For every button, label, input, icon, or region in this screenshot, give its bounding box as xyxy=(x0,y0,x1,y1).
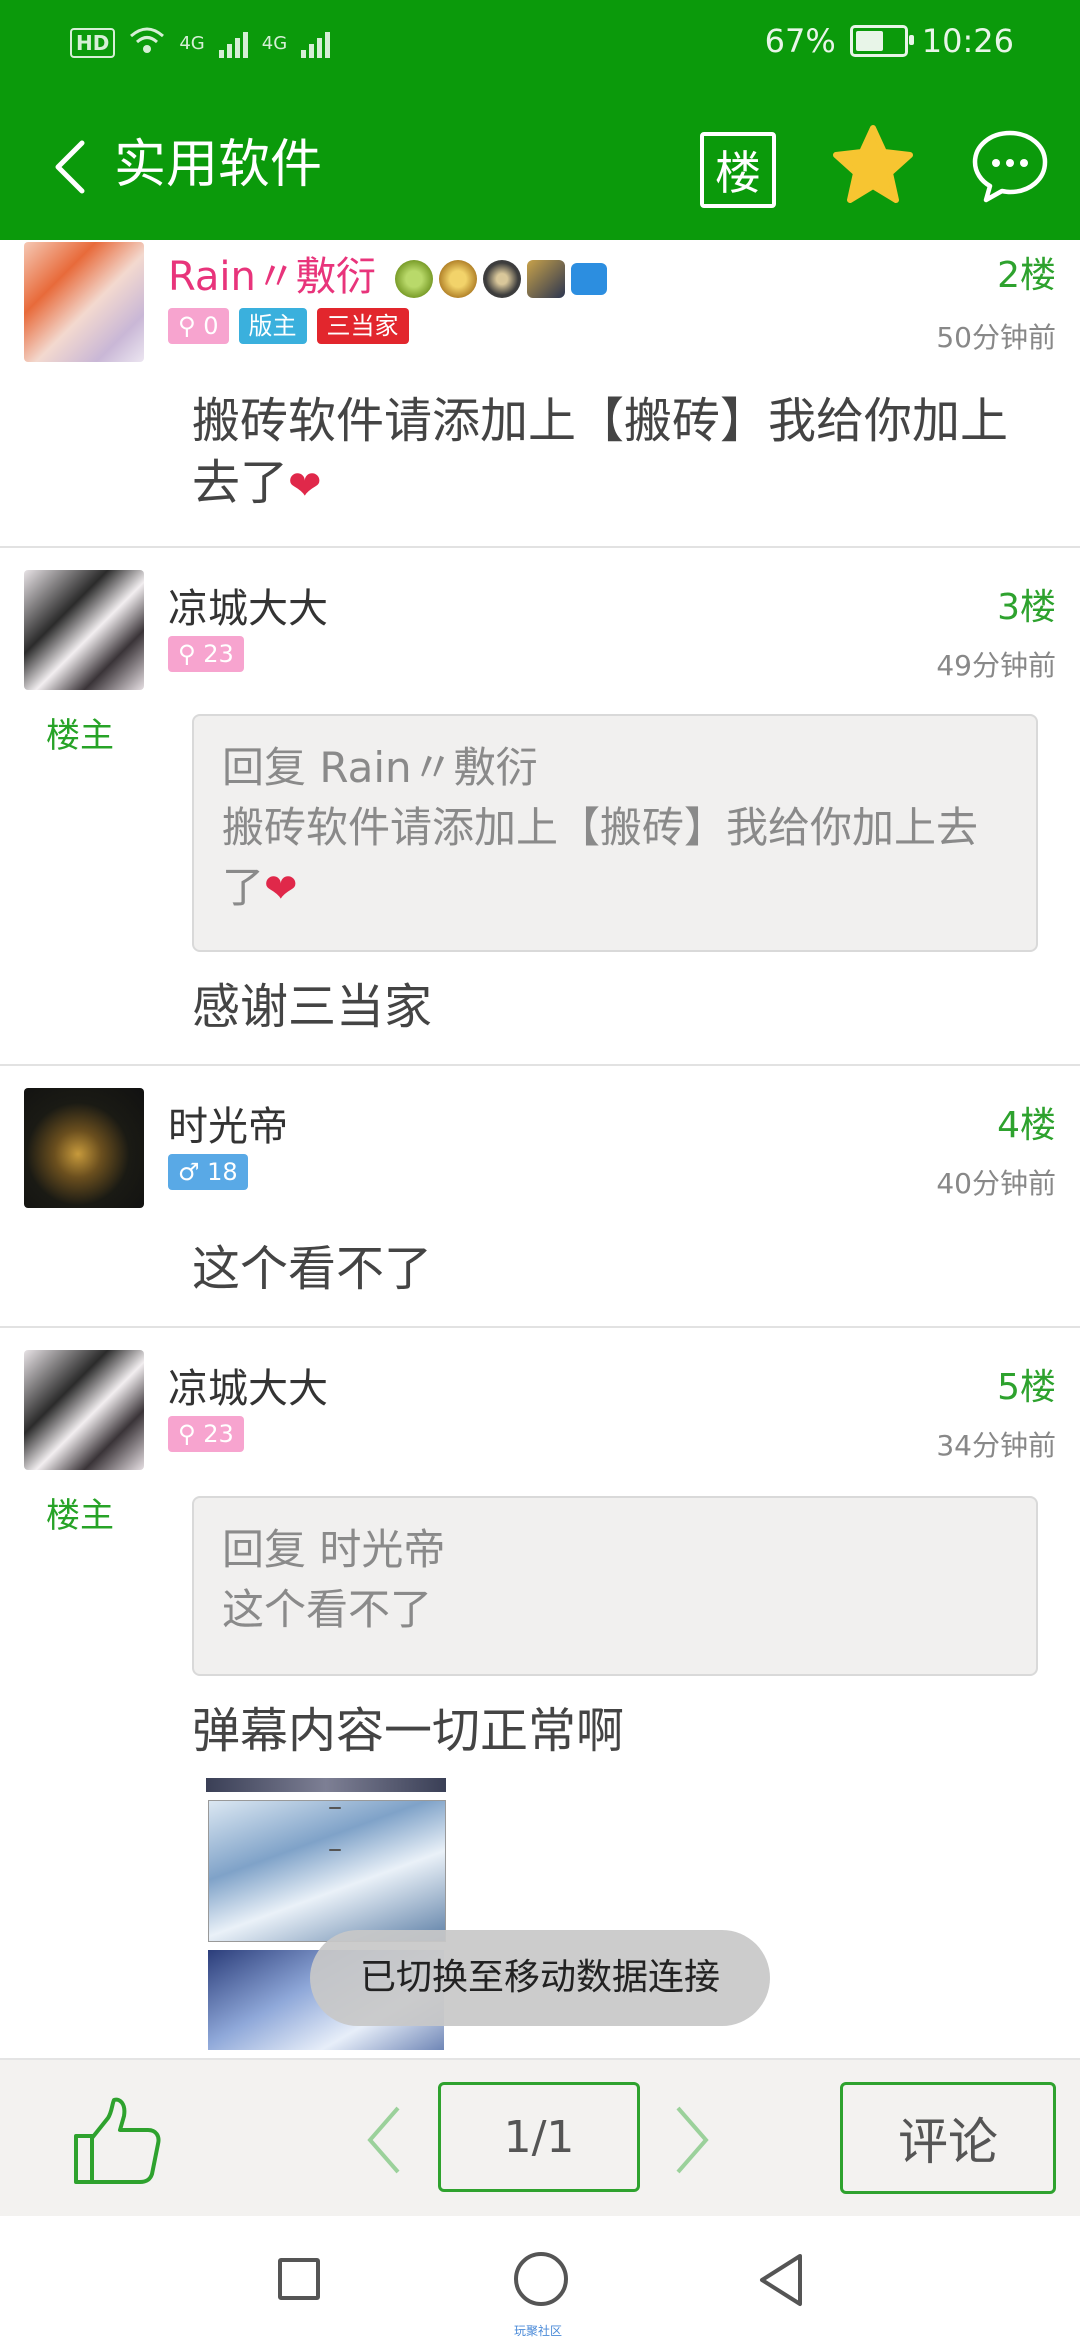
thumbs-up-icon xyxy=(74,2097,161,2184)
username[interactable]: 凉城大大 xyxy=(168,576,328,634)
signal-icon-1 xyxy=(218,28,248,58)
system-nav-bar: 玩聚社区 xyxy=(0,2216,1080,2340)
like-button[interactable] xyxy=(68,2094,164,2190)
status-right: 67% 10:26 xyxy=(765,22,1014,60)
post-image[interactable] xyxy=(206,1778,446,1792)
page-title: 实用软件 xyxy=(114,135,323,195)
user-badges: ⚲ 23 xyxy=(168,1416,244,1452)
home-button[interactable] xyxy=(514,2252,568,2306)
post-content: 搬砖软件请添加上【搬砖】我给你加上去了❤ xyxy=(192,393,1009,511)
danmaku-tag xyxy=(329,1849,341,1851)
page-indicator[interactable]: 1/1 xyxy=(438,2082,640,2192)
floor-number: 2楼 xyxy=(997,255,1056,296)
floor-button[interactable]: 楼 xyxy=(700,132,776,208)
role-badge: 三当家 xyxy=(316,308,409,344)
quoted-reply[interactable]: 回复 时光帝 这个看不了 xyxy=(192,1496,1038,1676)
floor-number: 5楼 xyxy=(997,1367,1056,1408)
video-icon xyxy=(570,263,607,295)
battery-fill xyxy=(855,31,883,51)
username[interactable]: Rain〃敷衍 xyxy=(168,244,607,302)
gender-badge: ♂ 18 xyxy=(168,1154,248,1190)
thread-owner-label: 楼主 xyxy=(46,716,114,756)
chat-bubble-icon xyxy=(972,130,1048,203)
medal-icon xyxy=(482,260,521,298)
quote-header: 回复 Rain〃敷衍 xyxy=(222,743,538,792)
medal-icons xyxy=(394,260,607,298)
user-badges: ♂ 18 xyxy=(168,1154,248,1190)
battery-icon xyxy=(849,25,914,57)
favorite-button[interactable] xyxy=(828,122,918,212)
network-type-2: 4G xyxy=(261,32,288,54)
user-badges: ⚲ 23 xyxy=(168,636,244,672)
floor-number: 3楼 xyxy=(997,587,1056,628)
clock: 10:26 xyxy=(921,22,1014,60)
toast-message: 已切换至移动数据连接 xyxy=(310,1930,770,2026)
quote-header: 回复 时光帝 xyxy=(222,1525,446,1574)
post-time: 49分钟前 xyxy=(936,649,1056,682)
moderator-badge: 版主 xyxy=(238,308,307,344)
bottom-action-bar: 1/1 评论 xyxy=(0,2058,1080,2218)
back-button[interactable] xyxy=(40,132,100,202)
battery-percent: 67% xyxy=(764,22,836,60)
post-floor-3: 楼主 凉城大大 3楼 ⚲ 23 49分钟前 回复 Rain〃敷衍 搬砖软件请添加… xyxy=(0,548,1080,1066)
gender-badge: ⚲ 23 xyxy=(168,1416,244,1452)
post-time: 40分钟前 xyxy=(936,1167,1056,1200)
watermark: 玩聚社区 xyxy=(514,2324,563,2338)
status-left: HD 4G 4G xyxy=(70,26,331,60)
post-time: 50分钟前 xyxy=(936,321,1056,354)
game-logo-icon xyxy=(526,260,565,298)
gender-badge: ⚲ 23 xyxy=(168,636,244,672)
post-content: 这个看不了 xyxy=(192,1241,433,1297)
user-badges: ⚲ 0 版主 三当家 xyxy=(168,308,409,344)
nav-back-button[interactable] xyxy=(756,2252,804,2308)
post-content: 弹幕内容一切正常啊 xyxy=(192,1703,625,1759)
trophy-icon xyxy=(438,260,477,298)
quote-text: 这个看不了 xyxy=(222,1585,433,1634)
hearts-emoji: ❤ xyxy=(288,463,322,509)
avatar[interactable] xyxy=(24,1088,144,1208)
post-floor-4: 时光帝 4楼 ♂ 18 40分钟前 这个看不了 xyxy=(0,1066,1080,1328)
previous-page-button[interactable] xyxy=(362,2104,406,2176)
chevron-right-icon xyxy=(676,2106,709,2174)
wifi-icon xyxy=(129,26,165,60)
thread-owner-label: 楼主 xyxy=(46,1496,114,1536)
gender-badge: ⚲ 0 xyxy=(168,308,229,344)
avatar[interactable] xyxy=(24,242,144,362)
post-floor-2: Rain〃敷衍 2楼 ⚲ 0 版主 三当家 50分钟前 搬砖软件请添加上【搬砖】… xyxy=(0,240,1080,548)
quoted-reply[interactable]: 回复 Rain〃敷衍 搬砖软件请添加上【搬砖】我给你加上去了❤ xyxy=(192,714,1038,952)
floor-number: 4楼 xyxy=(997,1105,1056,1146)
network-type-1: 4G xyxy=(179,32,205,54)
medal-icon xyxy=(394,260,433,298)
app-bar: 实用软件 楼 xyxy=(0,92,1080,240)
post-time: 34分钟前 xyxy=(936,1429,1056,1462)
avatar[interactable] xyxy=(24,570,144,690)
signal-icon-2 xyxy=(301,28,331,58)
back-arrow-icon xyxy=(55,140,85,194)
post-content: 感谢三当家 xyxy=(192,979,433,1035)
username[interactable]: 凉城大大 xyxy=(168,1356,328,1414)
username[interactable]: 时光帝 xyxy=(168,1094,288,1152)
next-page-button[interactable] xyxy=(670,2104,714,2176)
recent-apps-button[interactable] xyxy=(278,2258,320,2300)
star-icon xyxy=(833,125,913,203)
comment-button[interactable]: 评论 xyxy=(840,2082,1056,2194)
post-image[interactable] xyxy=(208,1800,446,1942)
hearts-emoji: ❤ xyxy=(264,866,298,912)
triangle-back-icon xyxy=(760,2254,802,2306)
avatar[interactable] xyxy=(24,1350,144,1470)
danmaku-tag xyxy=(329,1807,341,1809)
status-bar: HD 4G 4G 67% 10:26 xyxy=(0,0,1080,92)
comments-button[interactable] xyxy=(970,128,1050,206)
quote-text: 搬砖软件请添加上【搬砖】我给你加上去了❤ xyxy=(222,803,979,912)
hd-icon: HD xyxy=(70,28,116,58)
chevron-left-icon xyxy=(367,2106,400,2174)
